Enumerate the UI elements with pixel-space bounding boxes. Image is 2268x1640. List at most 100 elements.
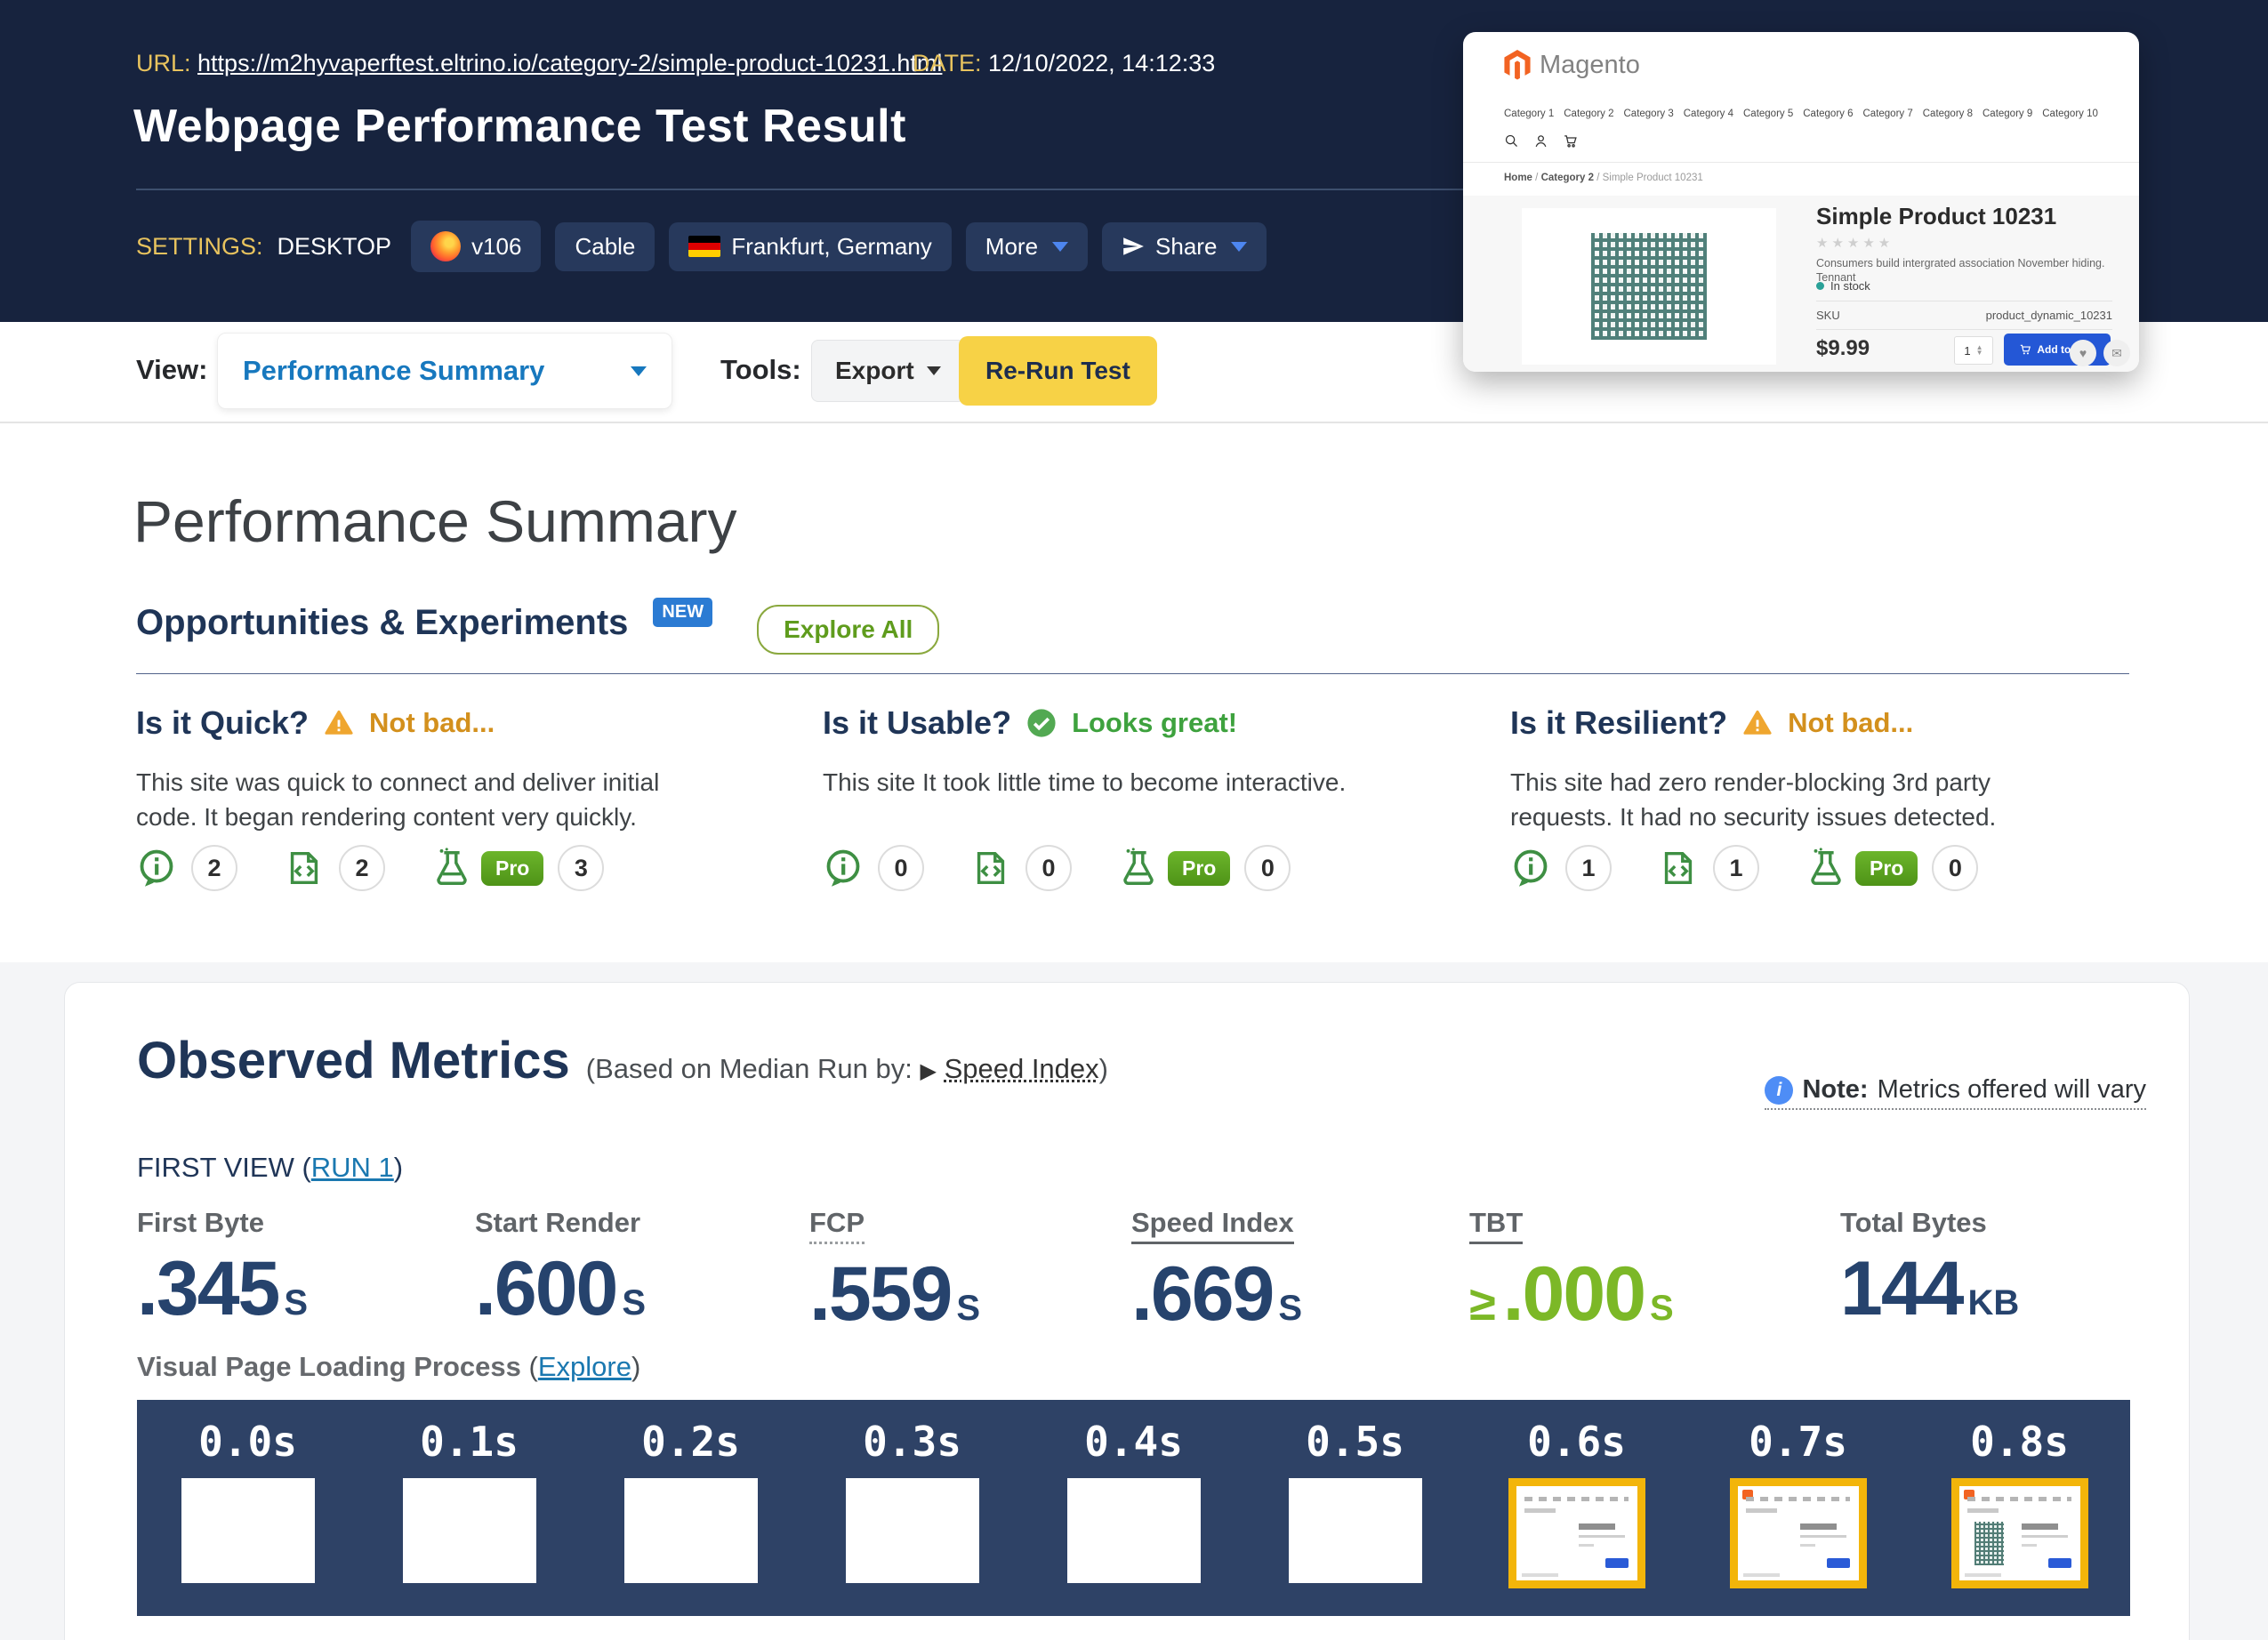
frame-thumbnail[interactable] [181,1478,315,1583]
experiment-count-badge[interactable]: 0 [1932,845,1978,891]
info-count-badge[interactable]: 2 [191,845,237,891]
frame-thumbnail[interactable] [1067,1478,1201,1583]
share-label: Share [1155,233,1217,261]
preview-nav-item: Category 3 [1624,109,1674,119]
product-image-panel [1522,208,1776,365]
explore-all-button[interactable]: Explore All [757,605,939,655]
run-1-link[interactable]: RUN 1 [311,1152,394,1183]
preview-nav-item: Category 7 [1863,109,1913,119]
metric-tbt: TBT ≥.000S [1469,1207,1674,1331]
more-button[interactable]: More [966,222,1088,271]
sku-label: SKU [1816,309,1840,322]
preview-nav-item: Category 8 [1923,109,1973,119]
device-type: DESKTOP [277,233,392,261]
metric-start-render: Start Render .600S [475,1207,646,1323]
page-preview-thumbnail[interactable]: Magento Category 1 Category 2 Category 3… [1463,32,2139,372]
resilient-status: Not bad... [1788,707,1913,739]
opportunities-heading: Opportunities & Experiments [136,603,628,643]
view-select[interactable]: Performance Summary [217,333,672,409]
explore-link[interactable]: Explore [538,1351,631,1382]
metric-label[interactable]: FCP [809,1207,865,1244]
quantity-stepper: 1▲▼ [1954,336,1993,365]
section-heading: Performance Summary [133,487,737,555]
info-count-badge[interactable]: 1 [1565,845,1612,891]
rerun-test-button[interactable]: Re-Run Test [959,336,1157,406]
sku-value: product_dynamic_10231 [1986,309,2112,322]
experiment-count-badge[interactable]: 0 [1244,845,1291,891]
quick-column: Is it Quick? Not bad... This site was qu… [136,704,705,834]
product-price: $9.99 [1816,336,1870,361]
code-count-badge[interactable]: 1 [1713,845,1759,891]
frame-thumbnail[interactable] [1289,1478,1422,1583]
experiment-count-badge[interactable]: 3 [558,845,604,891]
usable-description: This site It took little time to become … [823,765,1374,800]
code-file-icon[interactable] [284,848,325,888]
pro-badge: Pro [1855,851,1918,886]
location-pill[interactable]: Frankfurt, Germany [669,222,951,271]
test-date-row: DATE: 12/10/2022, 14:12:33 [913,50,1215,77]
connection-pill[interactable]: Cable [555,222,655,271]
filmstrip-title: Visual Page Loading Process [137,1351,521,1382]
preview-nav-item: Category 9 [1982,109,2032,119]
info-bubble-icon[interactable] [136,848,177,888]
filmstrip-frame: 0.8s [1909,1400,2130,1616]
info-bubble-icon[interactable] [823,848,864,888]
preview-nav: Category 1 Category 2 Category 3 Categor… [1504,109,2098,119]
settings-row: SETTINGS: DESKTOP v106 Cable Frankfurt, … [136,221,1267,272]
frame-time: 0.6s [1527,1418,1626,1466]
code-count-badge[interactable]: 2 [339,845,385,891]
share-button[interactable]: Share [1102,222,1267,271]
filmstrip-frame: 0.2s [580,1400,801,1616]
quick-status: Not bad... [369,707,495,739]
metric-label[interactable]: Speed Index [1131,1207,1294,1244]
view-label: View: [136,354,207,386]
chevron-down-icon [1052,242,1068,252]
preview-icons [1504,133,1578,149]
product-image [1591,233,1707,340]
observed-metrics-card: Observed Metrics (Based on Median Run by… [64,982,2190,1640]
frame-thumbnail[interactable] [846,1478,979,1583]
code-count-badge[interactable]: 0 [1025,845,1072,891]
code-file-icon[interactable] [970,848,1011,888]
info-count-badge[interactable]: 0 [878,845,924,891]
preview-nav-item: Category 2 [1564,109,1613,119]
filmstrip-title-row: Visual Page Loading Process (Explore) [137,1351,640,1383]
preview-nav-item: Category 5 [1743,109,1793,119]
filmstrip-frame: 0.0s [137,1400,358,1616]
export-button[interactable]: Export [811,340,965,402]
tested-url-link[interactable]: https://m2hyvaperftest.eltrino.io/catego… [197,50,942,76]
experiment-flask-icon[interactable] [1118,848,1159,888]
experiment-flask-icon[interactable] [431,848,472,888]
frame-thumbnail[interactable] [1730,1478,1867,1588]
frame-thumbnail[interactable] [624,1478,758,1583]
metric-value: 144 [1840,1255,1963,1323]
warning-icon [323,708,355,738]
test-date-value: 12/10/2022, 14:12:33 [988,50,1215,76]
browser-pill[interactable]: v106 [411,221,541,272]
frame-time: 0.5s [1306,1418,1404,1466]
filmstrip: 0.0s 0.1s 0.2s 0.3s 0.4s 0.5s [137,1400,2130,1616]
product-title: Simple Product 10231 [1816,203,2056,230]
frame-thumbnail[interactable] [1508,1478,1645,1588]
speed-index-link[interactable]: Speed Index [945,1053,1099,1084]
first-view-row: FIRST VIEW (RUN 1) [137,1152,403,1184]
cart-icon [1563,133,1578,149]
new-badge: NEW [653,598,712,627]
page-title: Webpage Performance Test Result [133,100,906,153]
frame-time: 0.3s [863,1418,961,1466]
metrics-note[interactable]: i Note: Metrics offered will vary [1765,1075,2146,1110]
frame-thumbnail[interactable] [403,1478,536,1583]
filmstrip-frame: 0.4s [1023,1400,1244,1616]
frame-time: 0.4s [1084,1418,1183,1466]
resilient-column: Is it Resilient? Not bad... This site ha… [1510,704,2079,834]
metric-label[interactable]: TBT [1469,1207,1523,1244]
chevron-down-icon [631,366,647,376]
observed-metrics-heading: Observed Metrics [137,1031,570,1090]
frame-thumbnail[interactable] [1951,1478,2088,1588]
metric-unit: S [284,1283,308,1323]
experiment-flask-icon[interactable] [1806,848,1846,888]
code-file-icon[interactable] [1658,848,1699,888]
info-bubble-icon[interactable] [1510,848,1551,888]
tested-url-row: URL: https://m2hyvaperftest.eltrino.io/c… [136,50,942,77]
check-circle-icon [1025,708,1058,738]
